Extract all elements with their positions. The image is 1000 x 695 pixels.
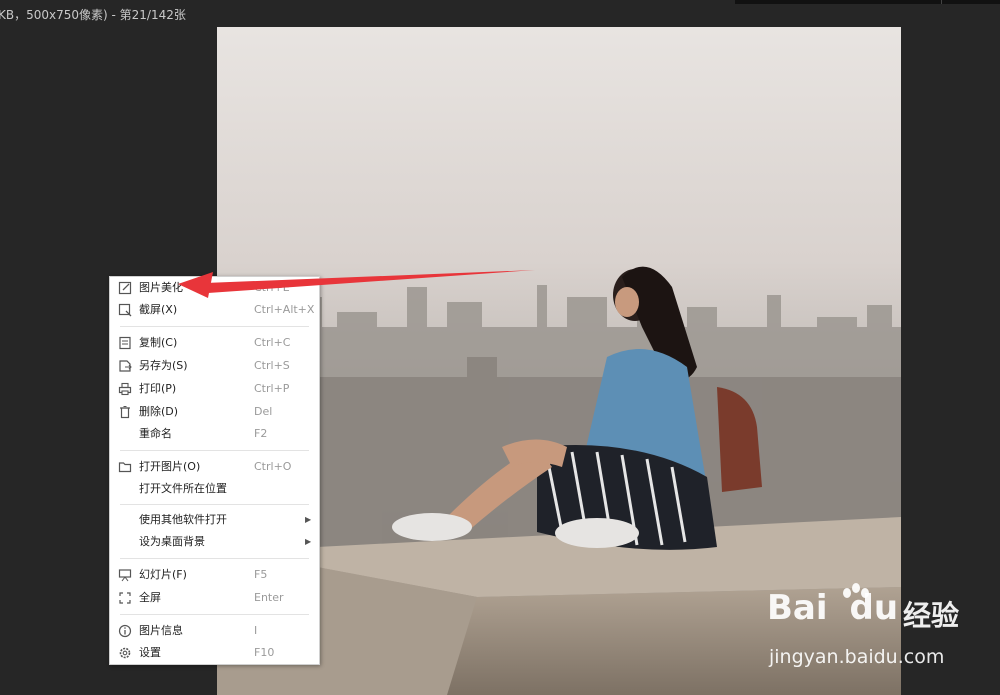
image-viewer-window: KB，500x750像素) - 第21/142张 图片美化 Ctrl+E 截屏(… xyxy=(0,0,1000,695)
info-icon xyxy=(118,624,132,638)
menu-item-shortcut: F5 xyxy=(254,568,268,581)
baidu-jingyan-watermark: Bai du 经验 jingyan.baidu.com xyxy=(767,583,997,678)
watermark-brand-cn: 经验 xyxy=(903,599,960,632)
menu-separator xyxy=(120,326,309,327)
menu-item-print[interactable]: 打印(P) Ctrl+P xyxy=(110,378,319,400)
folder-icon xyxy=(118,462,132,473)
menu-item-shortcut: Enter xyxy=(254,591,284,604)
menu-item-label: 删除(D) xyxy=(139,405,179,418)
menu-item-shortcut: F2 xyxy=(254,427,268,440)
menu-item-label: 设为桌面背景 xyxy=(139,535,205,548)
menu-item-rename[interactable]: 重命名 F2 xyxy=(110,423,319,445)
menu-item-open-image[interactable]: 打开图片(O) Ctrl+O xyxy=(110,456,319,478)
menu-separator xyxy=(120,614,309,615)
menu-item-delete[interactable]: 删除(D) Del xyxy=(110,401,319,423)
menu-item-open-with[interactable]: 使用其他软件打开 ▶ xyxy=(110,509,319,531)
menu-item-beautify[interactable]: 图片美化 Ctrl+E xyxy=(110,277,319,299)
screenshot-icon xyxy=(118,303,132,317)
menu-item-shortcut: Ctrl+S xyxy=(254,359,290,372)
menu-item-save-as[interactable]: 另存为(S) Ctrl+S xyxy=(110,355,319,377)
edit-icon xyxy=(118,281,132,295)
menu-item-set-wallpaper[interactable]: 设为桌面背景 ▶ xyxy=(110,531,319,553)
menu-item-shortcut: Ctrl+E xyxy=(254,281,290,294)
slideshow-icon xyxy=(118,569,132,582)
menu-item-label: 图片美化 xyxy=(139,281,183,294)
menu-item-label: 重命名 xyxy=(139,427,172,440)
menu-separator xyxy=(120,504,309,505)
menu-item-label: 图片信息 xyxy=(139,624,183,637)
trash-icon xyxy=(120,406,130,419)
menu-item-label: 另存为(S) xyxy=(139,359,188,372)
title-bar: KB，500x750像素) - 第21/142张 xyxy=(0,0,1000,30)
menu-item-label: 截屏(X) xyxy=(139,303,178,316)
save-as-icon xyxy=(119,360,132,372)
menu-item-copy[interactable]: 复制(C) Ctrl+C xyxy=(110,332,319,354)
menu-item-settings[interactable]: 设置 F10 xyxy=(110,642,319,664)
watermark-url: jingyan.baidu.com xyxy=(769,646,945,668)
submenu-arrow-icon: ▶ xyxy=(305,537,312,546)
menu-separator xyxy=(120,558,309,559)
menu-item-label: 复制(C) xyxy=(139,336,178,349)
menu-item-shortcut: I xyxy=(254,624,258,637)
menu-item-shortcut: Ctrl+Alt+X xyxy=(254,303,315,316)
print-icon xyxy=(118,382,132,396)
menu-item-label: 打开文件所在位置 xyxy=(139,482,227,495)
submenu-arrow-icon: ▶ xyxy=(305,515,312,524)
menu-item-shortcut: Ctrl+P xyxy=(254,382,290,395)
menu-item-shortcut: Del xyxy=(254,405,273,418)
menu-item-shortcut: Ctrl+C xyxy=(254,336,291,349)
menu-item-open-location[interactable]: 打开文件所在位置 xyxy=(110,478,319,500)
menu-item-label: 全屏 xyxy=(139,591,161,604)
menu-item-shortcut: Ctrl+O xyxy=(254,460,292,473)
menu-item-label: 打开图片(O) xyxy=(139,460,201,473)
paw-logo-icon xyxy=(843,583,869,598)
window-controls-strip xyxy=(735,0,1000,4)
menu-item-label: 幻灯片(F) xyxy=(139,568,187,581)
copy-icon xyxy=(119,336,131,350)
context-menu: 图片美化 Ctrl+E 截屏(X) Ctrl+Alt+X 复制(C) Ctrl+… xyxy=(109,276,320,665)
menu-item-slideshow[interactable]: 幻灯片(F) F5 xyxy=(110,564,319,586)
menu-item-shortcut: F10 xyxy=(254,646,275,659)
fullscreen-icon xyxy=(119,592,131,604)
menu-item-label: 使用其他软件打开 xyxy=(139,513,227,526)
menu-item-image-info[interactable]: 图片信息 I xyxy=(110,620,319,642)
gear-icon xyxy=(119,647,131,659)
window-title: KB，500x750像素) - 第21/142张 xyxy=(0,8,186,22)
menu-item-label: 打印(P) xyxy=(139,382,177,395)
menu-item-screenshot[interactable]: 截屏(X) Ctrl+Alt+X xyxy=(110,299,319,321)
menu-item-fullscreen[interactable]: 全屏 Enter xyxy=(110,587,319,609)
menu-separator xyxy=(120,450,309,451)
menu-item-label: 设置 xyxy=(139,646,161,659)
watermark-brand: Bai du xyxy=(767,588,899,628)
